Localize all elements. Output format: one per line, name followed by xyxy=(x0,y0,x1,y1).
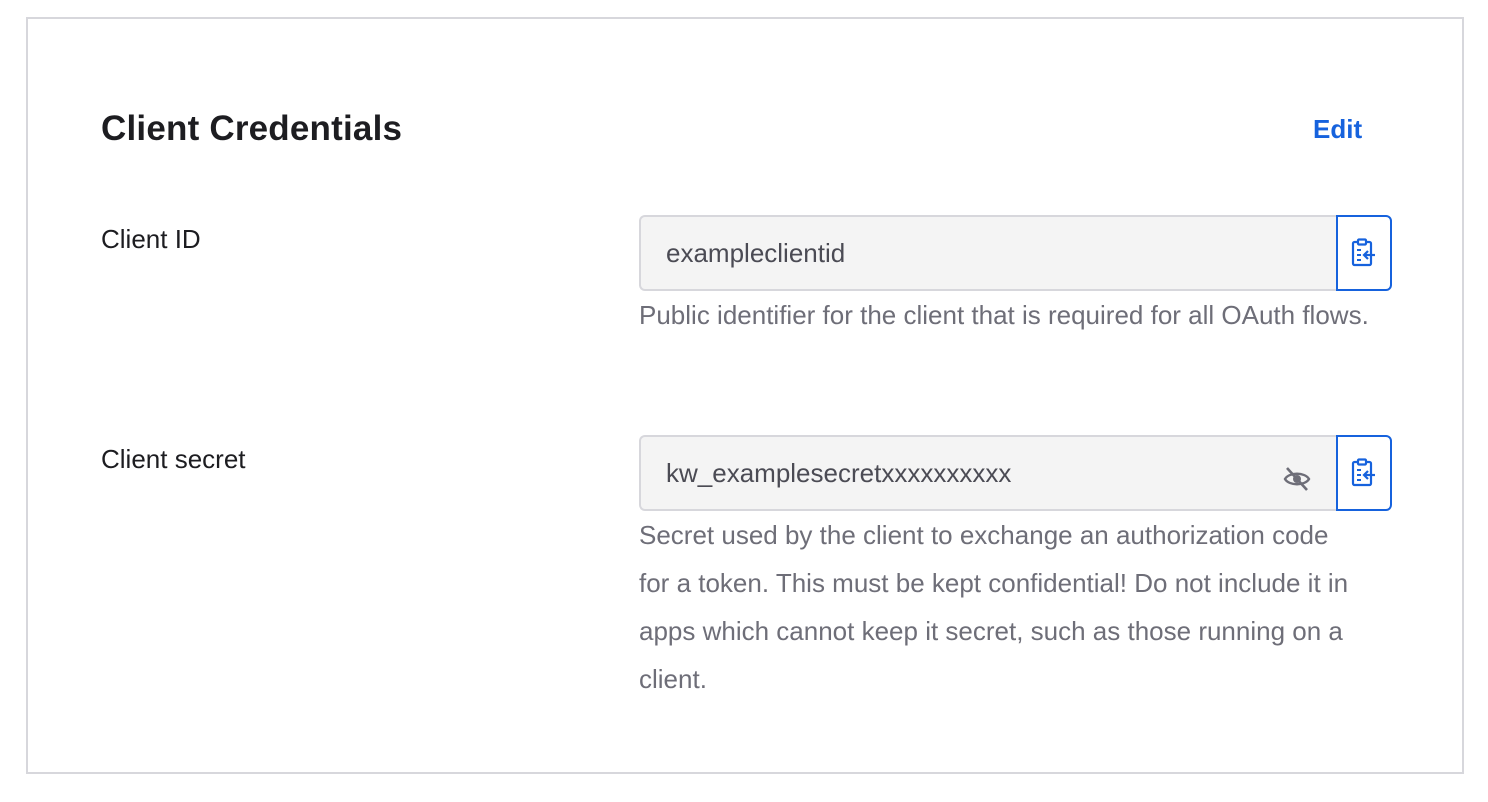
clipboard-copy-icon xyxy=(1351,238,1375,267)
client-secret-label: Client secret xyxy=(101,444,246,474)
copy-client-secret-button[interactable] xyxy=(1336,435,1392,511)
client-secret-input[interactable]: kw_examplesecretxxxxxxxxxx xyxy=(639,435,1337,511)
copy-client-id-button[interactable] xyxy=(1336,215,1392,291)
edit-link[interactable]: Edit xyxy=(1313,112,1362,146)
client-id-field-group: exampleclientid xyxy=(639,215,1392,291)
client-secret-help-text: Secret used by the client to exchange an… xyxy=(639,520,1349,694)
client-id-input[interactable]: exampleclientid xyxy=(639,215,1337,291)
client-id-help-text: Public identifier for the client that is… xyxy=(639,300,1369,330)
eye-slash-icon[interactable] xyxy=(1282,463,1312,493)
section-title: Client Credentials xyxy=(101,109,403,148)
client-secret-field-group: kw_examplesecretxxxxxxxxxx xyxy=(639,435,1392,511)
clipboard-copy-icon xyxy=(1351,458,1375,487)
client-id-label: Client ID xyxy=(101,224,201,254)
